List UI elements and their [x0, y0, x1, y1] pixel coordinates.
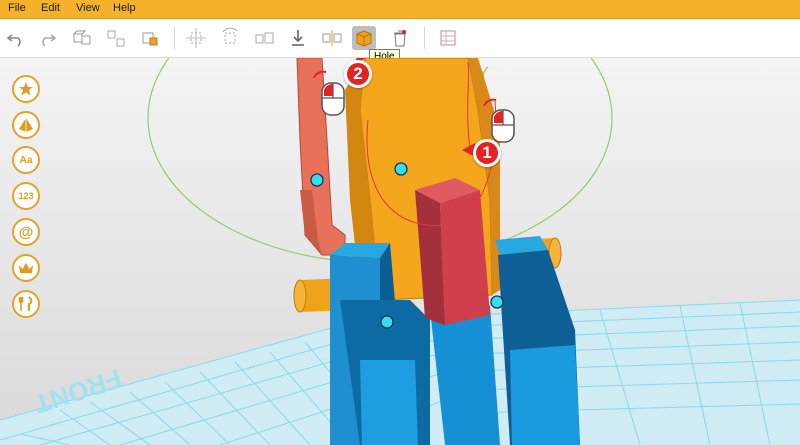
trash-icon [394, 30, 406, 47]
redo-button[interactable] [35, 26, 59, 50]
undo-button[interactable] [4, 26, 28, 50]
callout-badge-1: 1 [473, 139, 501, 167]
move-icon [186, 28, 206, 48]
group-button[interactable] [70, 26, 94, 50]
pyramid-icon [19, 118, 33, 132]
table-grid-icon [440, 30, 456, 46]
subtract-cube-icon [142, 32, 158, 46]
ungroup-cubes-icon [107, 30, 125, 47]
drop-to-floor-button[interactable] [286, 26, 310, 50]
hole-cube-icon [356, 30, 372, 47]
toolbar-separator [174, 27, 175, 49]
crown-button[interactable] [12, 254, 40, 282]
mirror-button[interactable] [320, 26, 344, 50]
handle-top[interactable] [394, 162, 408, 176]
grid-settings-button[interactable] [436, 26, 460, 50]
subtract-button[interactable] [138, 26, 162, 50]
scale-button[interactable] [252, 26, 276, 50]
3d-viewport[interactable]: FRONT Y Aa 123 @ 2 1 [0, 58, 800, 445]
group-cubes-icon [73, 30, 91, 45]
menu-file[interactable]: File [8, 2, 26, 14]
scale-icon [255, 32, 274, 44]
menu-edit[interactable]: Edit [41, 2, 60, 14]
toolbar-separator [424, 27, 425, 49]
rotate-button[interactable] [218, 26, 242, 50]
wrench-icon [18, 296, 33, 311]
menu-bar: File Edit View Help [0, 0, 800, 19]
callout-badge-2: 2 [344, 60, 372, 88]
text-button[interactable]: Aa [12, 146, 40, 174]
toolbar [0, 19, 800, 58]
menu-help[interactable]: Help [113, 2, 136, 14]
undo-icon [6, 34, 21, 47]
mirror-icon [322, 30, 342, 46]
scene-canvas: FRONT Y [0, 58, 800, 445]
download-arrow-icon [292, 30, 304, 46]
rotate-icon [222, 27, 238, 44]
favorites-button[interactable] [12, 75, 40, 103]
symbols-button[interactable]: @ [12, 218, 40, 246]
handle-right[interactable] [490, 295, 504, 309]
numbers-button[interactable]: 123 [12, 182, 40, 210]
crown-icon [19, 263, 33, 273]
move-button[interactable] [184, 26, 208, 50]
menu-view[interactable]: View [76, 2, 100, 14]
star-icon [19, 82, 33, 96]
handle-left[interactable] [310, 173, 324, 187]
redo-icon [42, 34, 57, 47]
delete-button[interactable] [388, 26, 412, 50]
tools-button[interactable] [12, 290, 40, 318]
ungroup-button[interactable] [104, 26, 128, 50]
shapes-button[interactable] [12, 111, 40, 139]
hole-button[interactable] [352, 26, 376, 50]
handle-bottom[interactable] [380, 315, 394, 329]
